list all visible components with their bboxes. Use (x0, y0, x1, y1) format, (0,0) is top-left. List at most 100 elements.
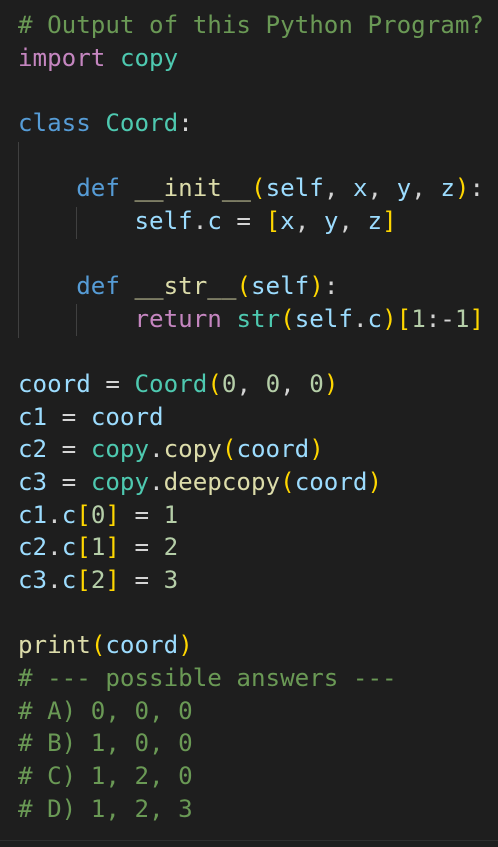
code-token-variable: c (61, 533, 77, 562)
code-token-default: . (47, 500, 62, 529)
code-token-class-name: copy (90, 468, 150, 497)
code-token-variable: c2 (18, 533, 48, 562)
code-token-bracket: ( (221, 435, 237, 464)
code-line: class Coord: (18, 107, 193, 139)
code-token-number: 1 (163, 500, 179, 529)
code-token-default: . (149, 468, 164, 497)
code-token-variable: coord (105, 631, 179, 660)
code-token-keyword-import: import (18, 43, 106, 72)
code-token-variable: x (280, 206, 295, 235)
code-token-comment: # B) 1, 0, 0 (18, 729, 193, 758)
code-token-bracket: [ (76, 500, 91, 529)
code-token-bracket: [ (396, 304, 412, 333)
code-token-bracket: ( (90, 631, 106, 660)
code-token-variable: z (440, 174, 455, 203)
code-token-variable: c1 (18, 402, 48, 431)
code-token-comment: # C) 1, 2, 0 (18, 761, 193, 790)
code-token-default: = (119, 566, 164, 595)
code-token-variable: self (265, 174, 324, 203)
code-token-number: 2 (90, 566, 106, 595)
code-token-class-name: copy (119, 43, 179, 72)
code-token-bracket: ( (280, 468, 295, 497)
code-token-variable: c (61, 500, 77, 529)
code-token-variable: self (294, 304, 353, 333)
code-token-number: 0 (90, 500, 106, 529)
code-line: # A) 0, 0, 0 (18, 695, 193, 727)
code-token-bracket: ( (280, 304, 295, 333)
code-token-comment: # Output of this Python Program? (18, 11, 484, 39)
code-token-default: . (149, 435, 164, 464)
code-token-default: = (221, 206, 266, 235)
code-token-variable: c3 (18, 566, 48, 595)
code-token-bracket: ) (454, 174, 470, 203)
code-token-variable: y (323, 206, 339, 235)
code-line: c3 = copy.deepcopy(coord) (18, 466, 382, 498)
code-token-keyword-import: return (134, 304, 222, 333)
code-token-bracket: [ (76, 533, 91, 562)
code-line: return str(self.c)[1:-1] (18, 303, 485, 335)
code-token-default: = (119, 500, 164, 529)
code-token-bracket: ] (382, 206, 397, 235)
code-token-bracket: ) (309, 272, 324, 301)
code-line: c1.c[0] = 1 (18, 499, 178, 531)
code-token-class-name: copy (90, 435, 150, 464)
code-token-default: . (47, 533, 62, 562)
code-token-variable: c (61, 566, 77, 595)
code-line: # B) 1, 0, 0 (18, 727, 193, 759)
code-token-default (120, 272, 135, 300)
code-token-default: = (47, 468, 91, 497)
code-token-default: = (47, 435, 91, 464)
code-token-function: __init__ (134, 174, 252, 203)
code-token-bracket: [ (76, 566, 91, 595)
code-token-bracket: ) (178, 631, 193, 660)
code-line: c2 = copy.copy(coord) (18, 433, 324, 465)
code-token-number: 1 (454, 304, 470, 333)
code-token-variable: coord (294, 468, 368, 497)
code-line: # Output of this Python Program? (18, 9, 484, 41)
code-token-default (18, 272, 76, 300)
code-token-default: : (469, 174, 484, 203)
code-token-bracket: ] (105, 500, 120, 529)
code-token-bracket: ) (323, 370, 339, 399)
code-line: # --- possible answers --- (18, 662, 397, 694)
code-token-number: 0 (221, 370, 237, 399)
code-token-default (18, 305, 135, 333)
code-token-default: = (90, 370, 135, 399)
code-token-variable: self (134, 206, 193, 235)
code-token-keyword-def: class (18, 108, 91, 137)
code-token-number: 3 (163, 566, 179, 595)
code-line: c3.c[2] = 3 (18, 564, 178, 596)
code-token-number: 0 (265, 370, 281, 399)
code-token-default (105, 44, 120, 72)
code-token-default: . (352, 304, 368, 333)
code-token-class-name: str (236, 304, 281, 333)
code-token-function: __str__ (134, 272, 237, 301)
code-token-bracket: ] (469, 304, 484, 333)
code-token-variable: c3 (18, 468, 48, 497)
code-token-variable: x (352, 174, 368, 203)
code-token-variable: coord (18, 370, 91, 399)
code-token-default: , (411, 174, 441, 203)
code-token-default: :- (425, 304, 455, 333)
code-token-class-name: Coord (105, 108, 179, 137)
code-token-variable: c1 (18, 500, 48, 529)
code-token-comment: # --- possible answers --- (18, 664, 397, 692)
code-token-function: copy (163, 435, 222, 464)
code-line: print(coord) (18, 629, 193, 661)
code-token-bracket: ( (251, 174, 266, 203)
code-token-bracket: [ (265, 206, 281, 235)
editor-bottom-border (0, 840, 498, 841)
code-token-default: , (367, 174, 397, 203)
code-token-variable: self (251, 272, 310, 301)
code-token-default (91, 109, 106, 137)
code-token-bracket: ) (309, 435, 324, 464)
code-editor[interactable]: # Output of this Python Program? import c… (0, 0, 498, 847)
code-token-variable: y (396, 174, 412, 203)
code-line: self.c = [x, y, z] (18, 205, 397, 237)
code-token-variable: z (367, 206, 383, 235)
code-token-default: : (178, 108, 193, 137)
code-token-default: . (47, 566, 62, 595)
code-token-keyword-def: def (76, 174, 120, 203)
code-token-default: = (47, 402, 91, 431)
code-token-number: 0 (309, 370, 324, 399)
